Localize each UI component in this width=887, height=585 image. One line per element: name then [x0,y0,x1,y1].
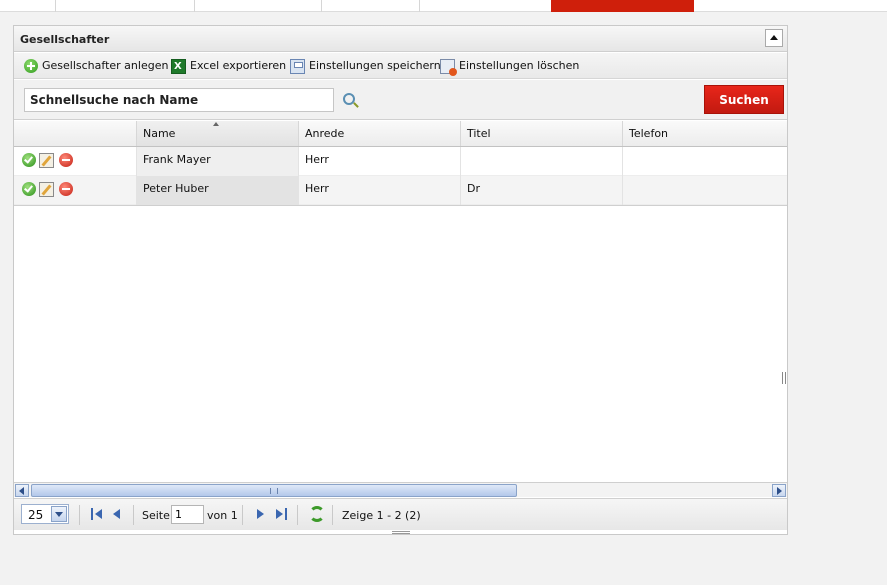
first-page-icon[interactable] [91,508,103,520]
cell-telefon [622,176,787,205]
top-nav-separator [321,0,322,12]
row-actions [14,147,136,176]
toolbar: Gesellschafter anlegen Excel exportieren… [14,53,787,79]
pager-separator [332,505,333,525]
remove-circle-icon[interactable] [59,153,73,167]
delete-settings-label: Einstellungen löschen [459,59,580,72]
pager-separator [297,505,298,525]
cell-telefon [622,147,787,176]
top-nav-active-tab[interactable] [551,0,694,12]
table-row[interactable]: Peter Huber Herr Dr [14,176,787,205]
column-header-name-label: Name [143,127,176,140]
top-nav-separator [55,0,56,12]
panel-resize-handle[interactable] [392,531,410,534]
top-nav-separator [194,0,195,12]
page-size-select[interactable]: 25 [21,504,69,524]
horizontal-scrollbar[interactable] [14,482,787,497]
previous-page-icon[interactable] [111,508,123,520]
edit-icon[interactable] [39,182,54,197]
edit-icon[interactable] [39,153,54,168]
pager-separator [79,505,80,525]
pagination-bar: 25 Seite von 1 Zeige 1 - 2 (2) [14,498,787,530]
add-gesellschafter-label: Gesellschafter anlegen [42,59,169,72]
table-row[interactable]: Frank Mayer Herr [14,147,787,176]
page-count-label: von 1 [207,509,238,522]
check-circle-icon[interactable] [22,182,36,196]
cell-titel [460,147,622,176]
check-circle-icon[interactable] [22,153,36,167]
add-gesellschafter-button[interactable]: Gesellschafter anlegen [24,58,168,74]
delete-settings-button[interactable]: Einstellungen löschen [440,58,580,76]
cell-name: Peter Huber [136,176,298,205]
page-label: Seite [142,509,170,522]
pager-separator [133,505,134,525]
panel-header: Gesellschafter [14,26,787,52]
cell-name: Frank Mayer [136,147,298,176]
save-settings-button[interactable]: Einstellungen speichern [290,58,441,74]
chevron-down-icon[interactable] [51,506,67,522]
search-add-icon[interactable] [343,93,355,105]
save-settings-label: Einstellungen speichern [309,59,441,72]
column-resize-handle[interactable] [782,372,786,384]
rows-divider [14,205,787,206]
column-header-name[interactable]: Name [136,121,298,146]
gesellschafter-panel: Gesellschafter Gesellschafter anlegen Ex… [13,25,788,535]
excel-icon [171,58,186,75]
display-summary: Zeige 1 - 2 (2) [342,509,421,522]
excel-export-label: Excel exportieren [190,59,287,72]
page-size-value: 25 [28,508,44,522]
panel-title: Gesellschafter [20,33,110,46]
next-page-icon[interactable] [255,508,267,520]
collapse-panel-button[interactable] [765,29,783,47]
scroll-left-icon[interactable] [15,484,29,497]
delete-settings-icon [440,58,457,76]
last-page-icon[interactable] [275,508,287,520]
grid-header: Name Anrede Titel Telefon [14,121,787,147]
cell-anrede: Herr [298,147,460,176]
cell-anrede: Herr [298,176,460,205]
grid-body: Frank Mayer Herr Peter Huber Herr Dr [14,147,787,480]
search-button[interactable]: Suchen [704,85,784,114]
row-actions [14,176,136,205]
scroll-right-icon[interactable] [772,484,786,497]
sort-ascending-icon [213,122,219,126]
scrollbar-thumb[interactable] [31,484,517,497]
column-header-telefon[interactable]: Telefon [622,121,787,146]
cell-titel: Dr [460,176,622,205]
save-settings-icon [290,58,305,74]
search-bar: Suchen [14,80,787,120]
pager-separator [242,505,243,525]
top-nav [0,0,887,12]
column-header-titel[interactable]: Titel [460,121,622,146]
quick-search-input[interactable] [24,88,334,112]
top-nav-separator [419,0,420,12]
column-header-anrede[interactable]: Anrede [298,121,460,146]
column-header-actions [14,121,136,146]
remove-circle-icon[interactable] [59,182,73,196]
current-page-input[interactable] [171,505,204,524]
add-circle-icon [24,59,38,73]
refresh-icon[interactable] [309,506,325,522]
excel-export-button[interactable]: Excel exportieren [171,58,287,75]
